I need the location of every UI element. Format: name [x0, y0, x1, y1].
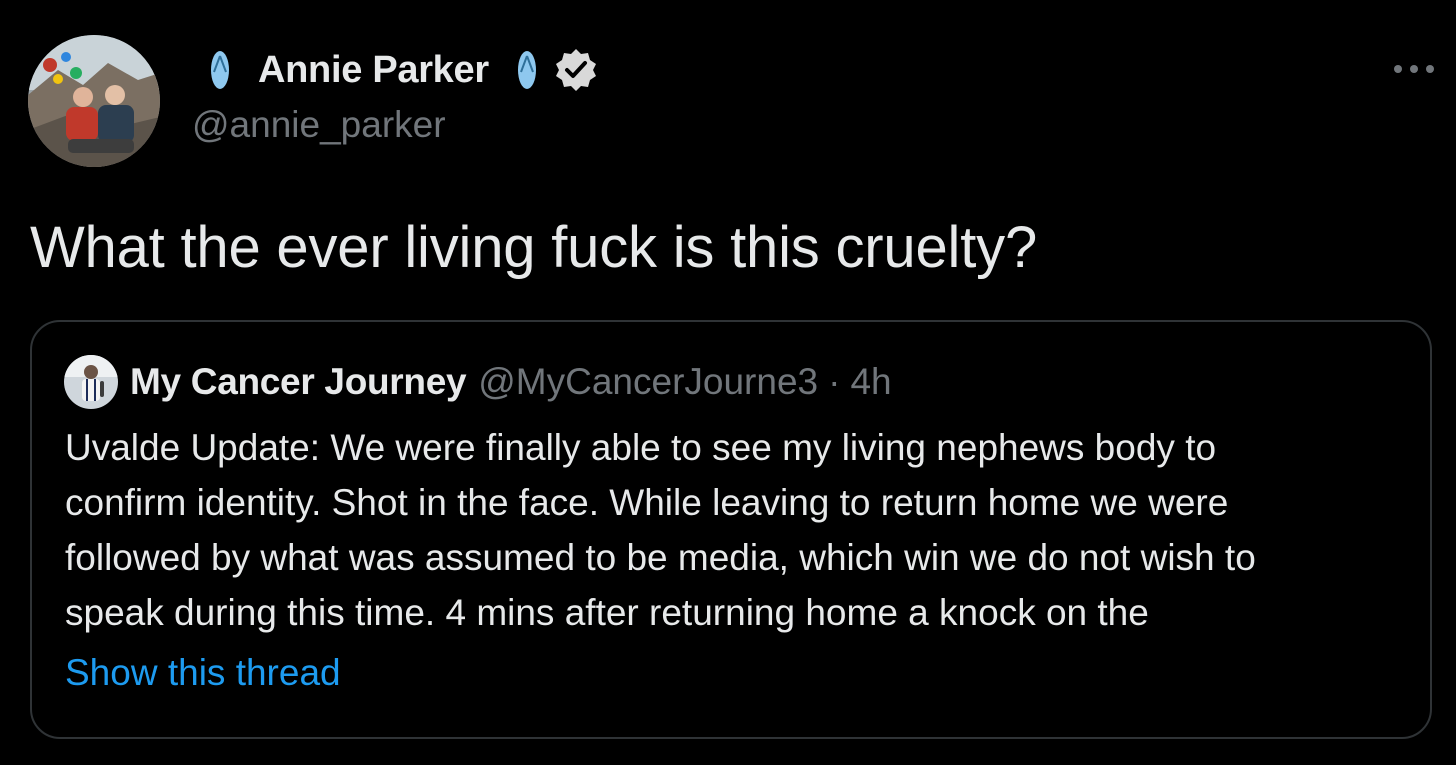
- verified-badge-icon: [553, 47, 599, 93]
- quoted-author-avatar[interactable]: [64, 355, 118, 409]
- quoted-display-name[interactable]: My Cancer Journey: [130, 361, 467, 403]
- quoted-text-line: followed by what was assumed to be media…: [65, 537, 1256, 578]
- show-thread-link[interactable]: Show this thread: [65, 652, 341, 694]
- dot: [1410, 65, 1418, 73]
- separator-dot: ·: [828, 361, 841, 402]
- quoted-text-line: Uvalde Update: We were finally able to s…: [65, 427, 1217, 468]
- flip-flop-icon: [515, 48, 539, 92]
- quoted-tweet-card[interactable]: My Cancer Journey @MyCancerJourne3 · 4h …: [30, 320, 1432, 739]
- quoted-tweet-header: My Cancer Journey @MyCancerJourne3 · 4h: [64, 355, 892, 409]
- author-handle[interactable]: @annie_parker: [192, 104, 446, 146]
- author-name-row: Annie Parker: [208, 44, 599, 96]
- quoted-handle[interactable]: @MyCancerJourne3: [478, 361, 818, 403]
- quoted-text-line: speak during this time. 4 mins after ret…: [65, 592, 1149, 633]
- author-display-name[interactable]: Annie Parker: [258, 49, 489, 92]
- quoted-text-line: confirm identity. Shot in the face. Whil…: [65, 482, 1229, 523]
- quoted-tweet-text: Uvalde Update: We were finally able to s…: [65, 420, 1410, 640]
- quoted-timestamp[interactable]: 4h: [850, 361, 891, 403]
- dot: [1426, 65, 1434, 73]
- dot: [1394, 65, 1402, 73]
- tweet-text: What the ever living fuck is this cruelt…: [30, 215, 1037, 280]
- flip-flop-icon: [208, 48, 232, 92]
- author-avatar[interactable]: [28, 35, 160, 167]
- more-horizontal-icon[interactable]: [1394, 56, 1434, 82]
